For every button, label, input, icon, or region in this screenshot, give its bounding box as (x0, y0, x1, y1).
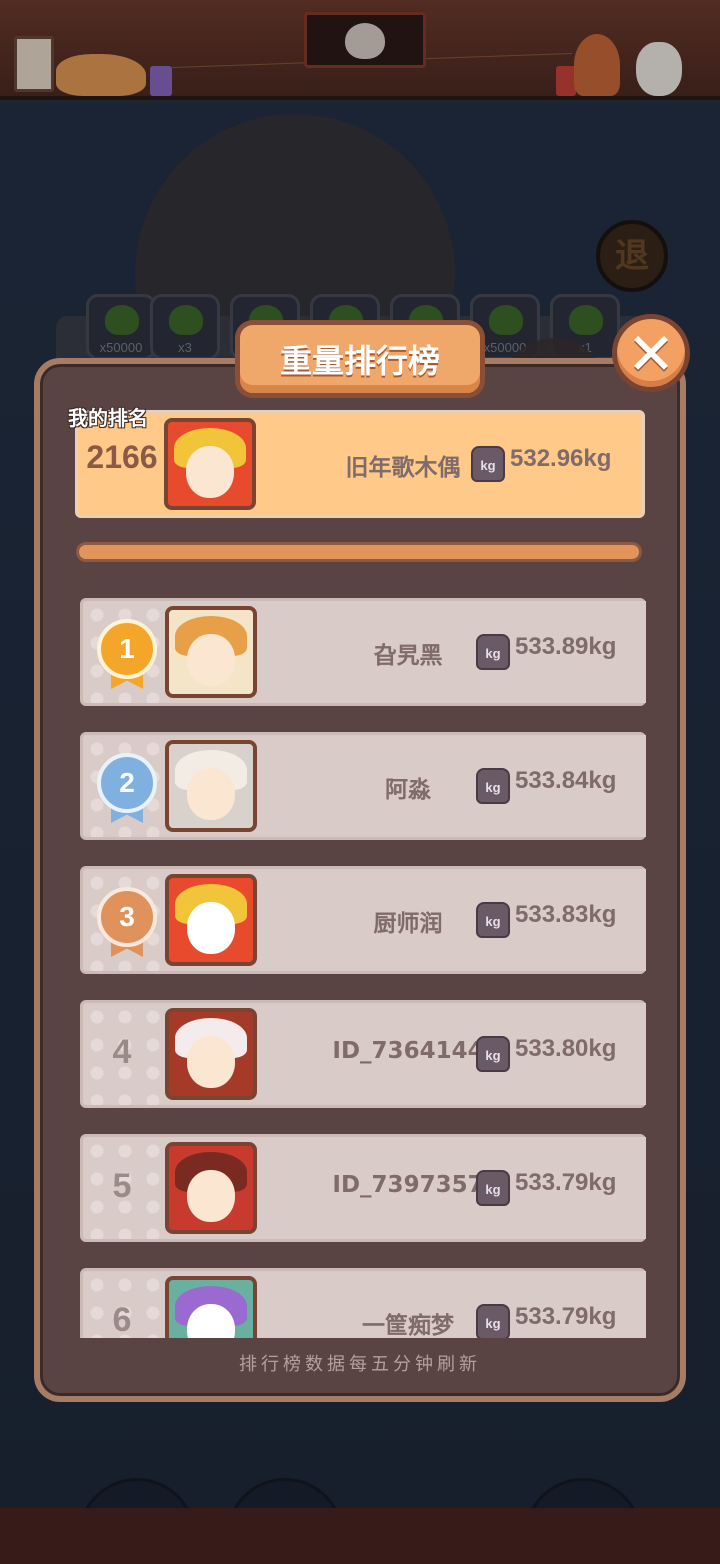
dialog-title: 重量排行榜 (279, 342, 440, 380)
leaderboard-row[interactable]: 4 ID_7364144 kg 533.80kg (80, 1000, 646, 1108)
player-weight: 533.79kg (515, 1303, 617, 1330)
player-weight: 533.80kg (515, 1035, 617, 1062)
leaderboard-row[interactable]: 5 ID_7397357 kg 533.79kg (80, 1134, 646, 1242)
avatar-face (187, 1036, 235, 1088)
rank-number: 4 (112, 1033, 132, 1071)
leaderboard-list[interactable]: 1 旮旯黑 kg 533.89kg 2 阿淼 kg 533.84kg 3 厨师润… (80, 586, 646, 1338)
avatar[interactable] (165, 740, 257, 832)
avatar[interactable] (165, 606, 257, 698)
rank-number: 5 (112, 1167, 132, 1205)
avatar[interactable] (165, 1276, 257, 1338)
close-icon: ✕ (626, 320, 676, 388)
rank-number: 6 (112, 1301, 132, 1338)
avatar-face (187, 1170, 235, 1222)
avatar[interactable] (165, 874, 257, 966)
bronze-medal-icon: 3 (97, 887, 157, 957)
avatar-face (187, 768, 235, 820)
leaderboard-row[interactable]: 6 一筐痴梦 kg 533.79kg (80, 1268, 646, 1338)
avatar[interactable] (165, 1142, 257, 1234)
player-weight: 532.96kg (510, 445, 612, 472)
silver-medal-icon: 2 (97, 753, 157, 823)
player-weight: 533.83kg (515, 901, 617, 928)
divider-bar (76, 542, 642, 562)
player-weight: 533.89kg (515, 633, 617, 660)
weight-icon: kg (476, 768, 510, 804)
weight-icon: kg (476, 634, 510, 670)
avatar-face (187, 902, 235, 954)
gold-medal-icon: 1 (97, 619, 157, 689)
weight-icon: kg (471, 446, 505, 482)
weight-icon: kg (476, 902, 510, 938)
leaderboard-row[interactable]: 1 旮旯黑 kg 533.89kg (80, 598, 646, 706)
leaderboard-row[interactable]: 2 阿淼 kg 533.84kg (80, 732, 646, 840)
leaderboard-row[interactable]: 3 厨师润 kg 533.83kg (80, 866, 646, 974)
my-rank-number: 2166 (86, 439, 158, 475)
avatar-face (186, 446, 234, 498)
dialog-title-banner: 重量排行榜 (235, 320, 485, 398)
avatar-face (187, 634, 235, 686)
avatar[interactable] (165, 1008, 257, 1100)
my-rank-row: 2166 旧年歌木偶 kg 532.96kg (75, 410, 645, 518)
weight-icon: kg (476, 1304, 510, 1338)
my-rank-label: 我的排名 (68, 406, 148, 430)
close-button[interactable]: ✕ (612, 314, 690, 392)
avatar[interactable] (164, 418, 256, 510)
refresh-note: 排行榜数据每五分钟刷新 (239, 1354, 481, 1375)
weight-icon: kg (476, 1170, 510, 1206)
player-weight: 533.84kg (515, 767, 617, 794)
weight-icon: kg (476, 1036, 510, 1072)
player-weight: 533.79kg (515, 1169, 617, 1196)
